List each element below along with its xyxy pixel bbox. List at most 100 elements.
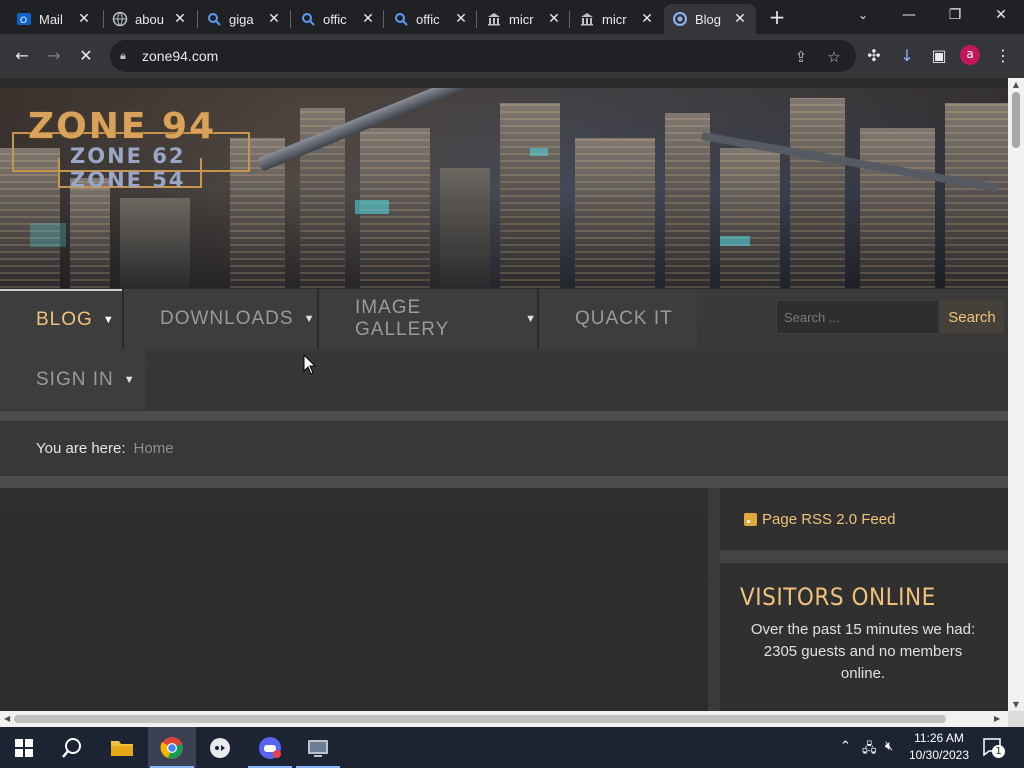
header-banner: ZONE 94 ZONE 62 ZONE 54: [0, 88, 1008, 288]
app-taskbar-button[interactable]: [196, 727, 244, 768]
tab-strip: O Mail ✕ abou ✕ giga ✕ offic ✕ offic ✕ m…: [0, 0, 1024, 34]
tab-micro-1[interactable]: micr ✕: [478, 4, 570, 34]
scroll-down-arrow-icon[interactable]: ▼: [1011, 700, 1021, 709]
divider-stripe: [0, 476, 1008, 488]
game-controller-icon: [259, 736, 281, 759]
folder-icon: [111, 740, 133, 756]
nav-item-sign-in[interactable]: SIGN IN ▼: [0, 350, 145, 410]
nav-item-blog[interactable]: BLOG ▼: [0, 289, 122, 349]
nav-item-downloads[interactable]: DOWNLOADS ▼: [124, 289, 317, 349]
star-bookmark-icon[interactable]: ☆: [823, 46, 845, 68]
scroll-left-arrow-icon[interactable]: ◀: [4, 714, 10, 723]
neon-light: [720, 236, 750, 246]
tab-mail[interactable]: O Mail ✕: [8, 4, 100, 34]
logo-subtitle: ZONE 62: [70, 144, 186, 168]
tab-search-icon[interactable]: ⌄: [840, 0, 886, 32]
close-icon[interactable]: ✕: [639, 11, 655, 27]
network-icon[interactable]: 🖧︎: [862, 739, 877, 761]
nav-item-quack-it[interactable]: QUACK IT: [539, 289, 697, 349]
back-arrow-icon[interactable]: ←: [9, 43, 35, 69]
tab-giga[interactable]: giga ✕: [198, 4, 290, 34]
search-input[interactable]: [776, 300, 939, 334]
windows-logo-icon: [15, 738, 33, 757]
tab-office-1[interactable]: offic ✕: [292, 4, 384, 34]
vertical-scrollbar[interactable]: ▲ ▼: [1008, 78, 1024, 711]
building-shape: [790, 98, 845, 288]
tab-office-2[interactable]: offic ✕: [385, 4, 477, 34]
close-icon[interactable]: ✕: [266, 11, 282, 27]
menu-kebab-icon[interactable]: ⋮: [990, 43, 1016, 69]
scroll-up-arrow-icon[interactable]: ▲: [1011, 80, 1021, 89]
minimize-button[interactable]: —: [886, 0, 932, 32]
scrollbar-thumb[interactable]: [1012, 92, 1020, 148]
search-button[interactable]: Search: [940, 300, 1004, 334]
site-logo[interactable]: ZONE 94 ZONE 62 ZONE 54: [12, 106, 252, 202]
start-button[interactable]: [0, 727, 48, 768]
volume-muted-icon[interactable]: 🔇︎: [885, 739, 893, 754]
tab-blog[interactable]: Blog ✕: [664, 4, 756, 34]
side-panel-icon[interactable]: ▣: [926, 43, 952, 69]
chrome-taskbar-button[interactable]: [148, 727, 196, 768]
tab-title: Mail: [39, 11, 63, 27]
notification-center-button[interactable]: 1: [982, 737, 1005, 758]
caret-down-icon: ▼: [123, 374, 136, 386]
breadcrumb-label: You are here:: [36, 440, 126, 457]
main-content: [0, 488, 708, 711]
search-icon: [300, 11, 316, 27]
nav-label: QUACK IT: [575, 308, 673, 329]
windows-taskbar: ⌃ 🖧︎ 🔇︎ 11:26 AM 10/30/2023 1: [0, 727, 1024, 768]
address-url[interactable]: zone94.com: [142, 48, 218, 64]
outlook-icon: O: [16, 11, 32, 27]
scroll-right-arrow-icon[interactable]: ▶: [994, 714, 1000, 723]
close-icon[interactable]: ✕: [360, 11, 376, 27]
neon-light: [30, 223, 66, 247]
caret-down-icon: ▼: [525, 313, 537, 325]
close-icon[interactable]: ✕: [76, 11, 92, 27]
forward-arrow-icon[interactable]: →: [41, 43, 67, 69]
app-taskbar-button[interactable]: [294, 727, 342, 768]
building-shape: [945, 103, 1008, 288]
tab-title: offic: [323, 11, 347, 27]
nav-item-image-gallery[interactable]: IMAGE GALLERY ▼: [319, 289, 537, 349]
svg-text:O: O: [20, 16, 27, 26]
column-divider: [708, 488, 720, 711]
bank-icon: [486, 11, 502, 27]
download-icon[interactable]: ↓: [894, 43, 920, 69]
nav-label: IMAGE GALLERY: [355, 297, 450, 340]
breadcrumb-home: Home: [133, 440, 174, 457]
caret-down-icon: ▼: [303, 313, 316, 325]
address-bar[interactable]: 🔒︎ zone94.com ⇪ ☆: [110, 40, 856, 72]
tab-about[interactable]: abou ✕: [104, 4, 196, 34]
visitors-text: Over the past 15 minutes we had: 2305 gu…: [750, 621, 976, 682]
chevron-up-icon[interactable]: ⌃: [840, 739, 851, 754]
close-icon[interactable]: ✕: [546, 11, 562, 27]
restore-button[interactable]: ❐: [932, 0, 978, 32]
app-circle-icon: [210, 737, 230, 758]
building-shape: [120, 198, 190, 288]
profile-avatar[interactable]: a: [960, 45, 980, 65]
caret-down-icon: ▼: [102, 314, 115, 326]
rss-feed-link[interactable]: Page RSS 2.0 Feed: [762, 511, 895, 528]
building-shape: [440, 168, 490, 288]
extensions-puzzle-icon[interactable]: ✣: [861, 43, 887, 69]
visitors-online-module: VISITORS ONLINE Over the past 15 minutes…: [720, 563, 1008, 709]
app-taskbar-button[interactable]: [246, 727, 294, 768]
monitor-app-icon: [308, 739, 328, 757]
scrollbar-thumb[interactable]: [14, 715, 946, 723]
close-icon[interactable]: ✕: [172, 11, 188, 27]
close-window-button[interactable]: ✕: [978, 0, 1024, 32]
taskbar-clock[interactable]: 11:26 AM 10/30/2023: [905, 730, 973, 764]
share-icon[interactable]: ⇪: [790, 46, 812, 68]
close-icon[interactable]: ✕: [453, 11, 469, 27]
site-icon: [672, 11, 688, 27]
file-explorer-button[interactable]: [98, 727, 146, 768]
tab-divider: [569, 10, 570, 28]
stop-loading-icon[interactable]: ✕: [73, 43, 99, 69]
new-tab-button[interactable]: +: [766, 6, 788, 28]
taskbar-search-button[interactable]: [48, 727, 96, 768]
horizontal-scrollbar[interactable]: ◀ ▶: [0, 711, 1008, 727]
tab-micro-2[interactable]: micr ✕: [571, 4, 663, 34]
rss-icon: [744, 512, 757, 526]
close-icon[interactable]: ✕: [732, 11, 748, 27]
rss-feed-module[interactable]: Page RSS 2.0 Feed: [720, 488, 1008, 550]
